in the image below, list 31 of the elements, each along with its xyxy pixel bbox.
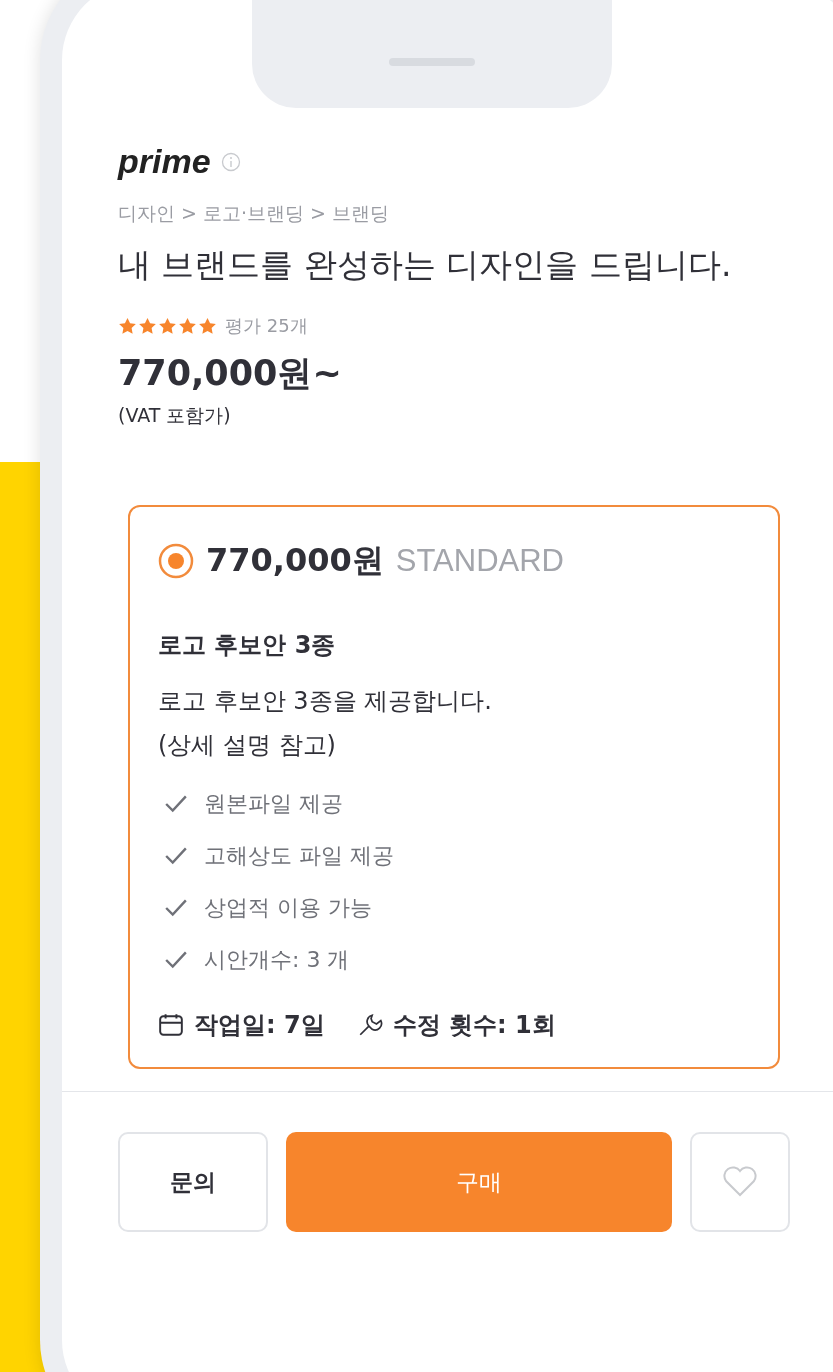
brand-label: prime	[118, 142, 211, 181]
package-name: 로고 후보안 3종	[158, 630, 337, 661]
check-icon	[164, 794, 188, 814]
work-days: 작업일: 7일	[194, 1009, 325, 1041]
star-icon	[138, 316, 157, 336]
info-icon[interactable]	[220, 151, 241, 172]
package-description: 로고 후보안 3종을 제공합니다. (상세 설명 참고)	[158, 686, 493, 761]
calendar-icon	[158, 1012, 184, 1038]
star-icon	[178, 316, 197, 336]
check-icon	[164, 950, 188, 970]
star-icon	[198, 316, 217, 336]
star-icon	[158, 316, 177, 336]
star-icon	[118, 316, 137, 336]
feature-text: 원본파일 제공	[204, 790, 343, 818]
inquiry-button[interactable]: 문의	[118, 1132, 268, 1232]
feature-text: 시안개수: 3 개	[204, 946, 350, 974]
favorite-button[interactable]	[690, 1132, 790, 1232]
check-icon	[164, 898, 188, 918]
rating-count: 평가 25개	[225, 314, 308, 338]
service-title: 내 브랜드를 완성하는 디자인을 드립니다.	[118, 244, 733, 286]
revision-count: 수정 횟수: 1회	[392, 1010, 556, 1041]
feature-text: 고해상도 파일 제공	[204, 842, 394, 870]
radio-icon[interactable]	[158, 543, 194, 579]
package-tier-label: STANDARD	[395, 543, 564, 579]
price-note: (VAT 포함가)	[118, 403, 232, 428]
price: 770,000원~	[118, 352, 343, 395]
package-card[interactable]: 770,000원 STANDARD 로고 후보안 3종 로고 후보안 3종을 제공합니다. (상세 설명 참고) 원본파일 제공 고해상도 파일 제공 상업적 이용 가능 시안개수: 3 개 작업일: 7일 수정 횟수: 1회	[128, 505, 780, 1069]
heart-icon	[722, 1166, 758, 1198]
check-icon	[164, 846, 188, 866]
package-price: 770,000원	[206, 540, 384, 581]
feature-text: 상업적 이용 가능	[204, 894, 372, 922]
